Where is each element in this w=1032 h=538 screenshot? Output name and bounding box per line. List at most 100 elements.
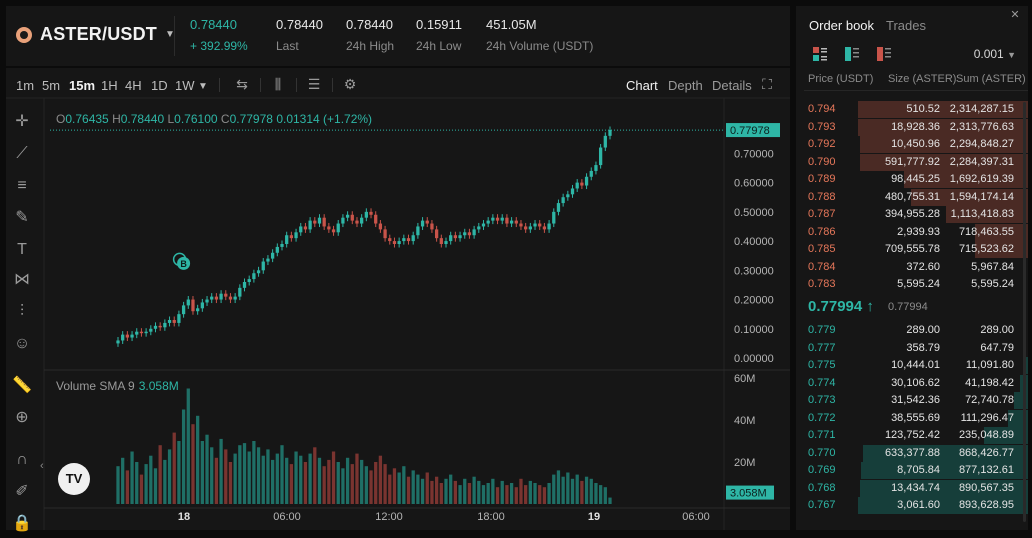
candle[interactable] [406, 238, 411, 242]
candle[interactable] [388, 238, 392, 242]
candle[interactable] [392, 241, 397, 244]
candle[interactable] [369, 211, 373, 215]
candle[interactable] [228, 296, 233, 300]
candle[interactable] [374, 214, 378, 224]
crosshair-icon[interactable]: ✛ [12, 112, 32, 132]
candle[interactable] [477, 226, 481, 230]
candle[interactable] [486, 220, 490, 224]
candle[interactable] [509, 220, 514, 224]
candle[interactable] [191, 299, 195, 312]
bid-row[interactable]: 0.767 3,061.60 893,628.95 [796, 497, 1028, 514]
candle[interactable] [135, 331, 139, 335]
candle[interactable] [172, 320, 176, 323]
candle[interactable] [280, 244, 284, 247]
timeframe-1w[interactable]: 1W [175, 78, 195, 93]
candle[interactable] [608, 130, 612, 136]
candle[interactable] [360, 217, 364, 224]
candle[interactable] [425, 220, 429, 224]
timeframe-1h[interactable]: 1H [101, 78, 118, 93]
candle[interactable] [397, 241, 401, 244]
collapse-toolbar-icon[interactable]: ‹ [40, 460, 44, 472]
candle[interactable] [472, 229, 476, 236]
scrollbar[interactable] [1023, 102, 1026, 522]
ask-row[interactable]: 0.784 372.60 5,967.84 [796, 259, 1028, 276]
tab-trades[interactable]: Trades [886, 18, 926, 33]
candle[interactable] [552, 211, 556, 224]
candle[interactable] [575, 182, 579, 189]
candle[interactable] [603, 135, 607, 148]
bid-row[interactable]: 0.777 358.79 647.79 [796, 340, 1028, 357]
candle[interactable] [439, 238, 443, 244]
text-tool-icon[interactable]: T [12, 240, 32, 260]
candle[interactable] [144, 331, 148, 334]
candle[interactable] [383, 229, 387, 239]
candle[interactable] [294, 232, 298, 239]
ask-row[interactable]: 0.792 10,450.96 2,294,848.27 [796, 136, 1028, 153]
candle[interactable] [116, 340, 120, 344]
candle[interactable] [500, 217, 504, 221]
candle[interactable] [444, 241, 448, 244]
candle[interactable] [594, 165, 598, 171]
candle[interactable] [598, 147, 603, 166]
candle[interactable] [336, 223, 340, 233]
candle[interactable] [247, 279, 251, 282]
candle[interactable] [547, 223, 551, 230]
bid-row[interactable]: 0.771 123,752.42 235,048.89 [796, 427, 1028, 444]
candle[interactable] [322, 217, 326, 227]
tab-order-book[interactable]: Order book [809, 18, 874, 33]
ask-row[interactable]: 0.794 510.52 2,314,287.15 [796, 101, 1028, 118]
bid-row[interactable]: 0.779 289.00 289.00 [796, 322, 1028, 339]
pattern-icon[interactable]: ⋈ [12, 270, 32, 290]
zoom-in-icon[interactable]: ⊕ [12, 408, 32, 428]
bid-row[interactable]: 0.774 30,106.62 41,198.42 [796, 374, 1028, 392]
bids-view-icon[interactable] [844, 46, 860, 62]
candle[interactable] [411, 235, 415, 242]
candle[interactable] [491, 217, 495, 221]
candle[interactable] [210, 296, 214, 300]
candle[interactable] [233, 296, 237, 300]
candle[interactable] [505, 217, 509, 224]
candle[interactable] [163, 322, 167, 328]
indicator-settings-icon[interactable]: ⇆ [234, 76, 250, 92]
candle[interactable] [186, 299, 190, 306]
tab-details[interactable]: Details [712, 78, 752, 93]
timeframe-1m[interactable]: 1m [16, 78, 34, 93]
candle[interactable] [524, 226, 528, 230]
precision-select[interactable]: 0.001 ▼ [974, 47, 1016, 61]
candle[interactable] [566, 194, 570, 198]
horizontal-lines-icon[interactable]: ≡ [12, 176, 32, 196]
candle[interactable] [570, 188, 575, 195]
candle[interactable] [270, 252, 275, 259]
candle[interactable] [181, 305, 186, 315]
candle[interactable] [224, 293, 228, 297]
candle[interactable] [275, 246, 279, 253]
bid-row[interactable]: 0.775 10,444.01 11,091.80 [796, 357, 1028, 374]
candle[interactable] [317, 217, 322, 224]
candle[interactable] [327, 226, 331, 230]
prediction-icon[interactable]: ⫶ [12, 302, 32, 322]
bid-row[interactable]: 0.773 31,542.36 72,740.78 [796, 392, 1028, 409]
candle[interactable] [139, 331, 144, 334]
candle[interactable] [533, 223, 537, 227]
candle[interactable] [458, 235, 462, 239]
candle[interactable] [167, 320, 172, 323]
candle[interactable] [434, 229, 439, 239]
ask-row[interactable]: 0.786 2,939.93 718,463.55 [796, 223, 1028, 241]
candle[interactable] [256, 270, 261, 274]
pair-selector[interactable]: ASTER/USDT ▼ [16, 24, 175, 45]
candle[interactable] [121, 334, 125, 341]
candle[interactable] [303, 226, 308, 230]
candle[interactable] [589, 170, 593, 177]
candle[interactable] [350, 214, 354, 221]
candle[interactable] [149, 328, 153, 332]
candle[interactable] [495, 217, 500, 221]
candle[interactable] [196, 308, 200, 312]
candle[interactable] [331, 229, 336, 233]
candle[interactable] [481, 223, 486, 227]
bid-row[interactable]: 0.768 13,434.74 890,567.35 [796, 479, 1028, 497]
candle[interactable] [584, 176, 589, 186]
candle[interactable] [467, 232, 472, 236]
emoji-icon[interactable]: ☺ [12, 334, 32, 354]
candle[interactable] [289, 235, 294, 239]
candle[interactable] [416, 226, 420, 236]
